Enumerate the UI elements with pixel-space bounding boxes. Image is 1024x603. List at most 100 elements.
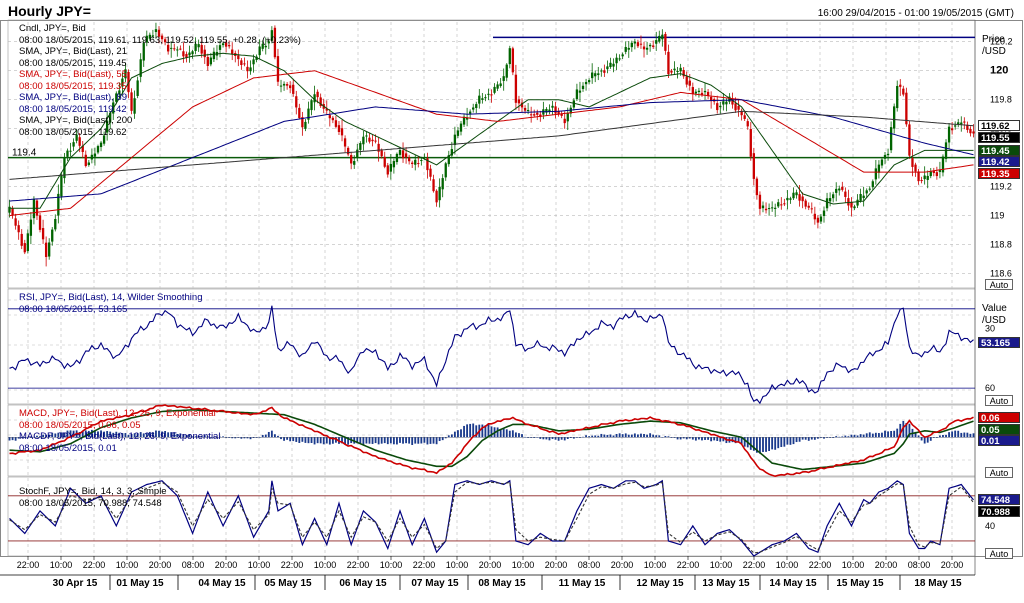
rsi-auto-button[interactable]: Auto [985,395,1013,406]
macd-histogram-bar [472,423,475,438]
candle-body [191,51,194,55]
legend-entry: 08:00 18/05/2015, 70.988, 74.548 [19,497,162,509]
candle-body [249,67,252,72]
candle-body [822,210,826,217]
candle-body [886,153,890,156]
price-auto-button[interactable]: Auto [985,279,1013,290]
macd-histogram-bar [374,437,377,444]
candle-body [722,101,725,105]
time-tick-label: 22:00 [281,560,304,570]
price-value-tag: 119.45 [978,144,1020,157]
candle-body [490,94,493,96]
macd-histogram-bar [313,437,316,445]
macd-histogram-bar [597,435,600,438]
macd-histogram-bar [258,437,261,438]
candle-body [691,87,694,94]
date-label: 07 May 15 [411,578,459,589]
macd-histogram-bar [643,433,645,438]
macd-histogram-bar [396,437,398,445]
legend-entry: SMA, JPY=, Bid(Last), 55 [19,69,127,80]
macd-histogram-bar [298,437,301,443]
macd-histogram-bar [469,423,472,438]
macd-histogram-bar [295,437,298,442]
candle-body [694,91,698,94]
legend-entry: 08:00 18/05/2015, 0.01 [19,442,117,454]
candle-body [679,67,682,72]
macd-auto-button[interactable]: Auto [985,467,1013,478]
macd-histogram-bar [621,434,624,438]
candle-body [877,164,881,173]
macd-histogram-bar [957,430,960,438]
candle-body [648,44,652,47]
date-label: 06 May 15 [339,578,387,589]
candle-body [365,135,368,137]
macd-histogram-bar [673,437,676,438]
macd-histogram-bar [386,437,389,445]
candle-body [453,134,457,146]
candle-body [334,120,338,127]
macd-histogram-bar [518,433,520,438]
candle-body [411,162,414,165]
time-tick-label: 10:00 [248,560,271,570]
price-panel-frame [7,19,976,289]
time-tick-label: 10:00 [446,560,469,570]
candle-body [374,140,377,142]
candle-body [298,107,301,119]
candle-body [392,161,396,168]
candle-body [767,208,771,210]
candle-body [496,84,499,89]
candle-body [350,155,353,164]
candle-body [243,63,246,65]
candle-body [529,114,533,116]
macd-histogram-bar [624,433,627,438]
candle-body [304,121,307,129]
candle-body [813,213,817,220]
candle-body [130,92,133,111]
macd-histogram-bar [661,436,664,438]
stoch-auto-button[interactable]: Auto [985,548,1013,559]
candle-body [90,154,94,160]
macd-histogram-bar [630,434,633,438]
macd-histogram-bar [389,437,392,444]
macd-histogram-bar [280,437,282,440]
macd-histogram-bar [713,437,716,441]
candle-body [26,233,29,252]
candle-body [44,242,48,258]
macd-histogram-bar [231,437,234,439]
macd-histogram-bar [789,437,792,445]
candle-body [969,129,972,134]
candle-body [41,228,45,240]
candle-body [963,121,966,123]
legend-entry: MACDF, JPY=, Bid(Last), 12, 26, 9, Expon… [19,431,221,442]
macd-histogram-bar [969,433,972,438]
macd-histogram-bar [277,435,279,438]
macd-histogram-bar [542,437,545,440]
candle-body [508,48,511,65]
macd-histogram-bar [316,437,319,444]
date-label: 04 May 15 [198,578,246,589]
time-tick-label: 22:00 [743,560,766,570]
macd-histogram-bar [786,437,789,445]
candle-body [60,175,63,197]
time-tick-label: 20:00 [149,560,172,570]
candle-body [737,105,740,110]
macd-histogram-bar [551,437,554,439]
time-tick-label: 22:00 [677,560,700,570]
macd-histogram-bar [414,437,417,444]
candle-body [48,242,51,257]
macd-histogram-bar [655,435,658,438]
candle-body [380,150,383,157]
candle-body [173,48,176,50]
macd-histogram-bar [890,430,893,438]
candle-body [276,56,280,82]
macd-histogram-bar [255,437,258,438]
candle-body [536,112,539,115]
macd-histogram-bar [932,437,935,438]
candle-body [752,153,755,179]
macd-histogram-bar [307,437,310,444]
macd-histogram-bar [368,437,371,444]
candle-body [432,179,435,192]
macd-histogram-bar [871,433,874,438]
candle-body [481,98,484,100]
candle-body [581,85,585,90]
